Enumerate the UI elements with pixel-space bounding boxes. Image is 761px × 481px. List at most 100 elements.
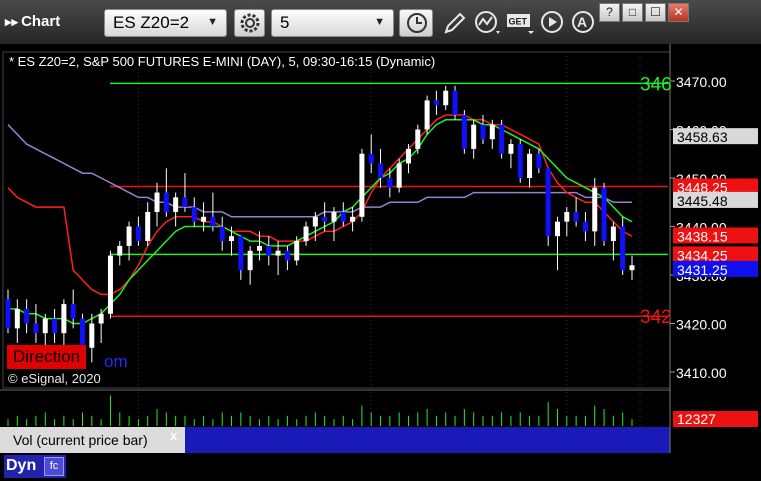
candle-body <box>424 100 430 130</box>
candle-body <box>471 124 477 149</box>
chevron-down-icon[interactable]: ▼ <box>374 16 385 28</box>
candle-body <box>303 226 309 242</box>
alert-button[interactable]: A <box>570 9 598 37</box>
candle-body <box>238 236 244 271</box>
chart-title: * ES Z20=2, S&P 500 FUTURES E-MINI (DAY)… <box>9 54 436 69</box>
candle-body <box>312 216 318 227</box>
candle-body <box>499 124 505 154</box>
candle-body <box>508 144 514 154</box>
symbol-combo[interactable]: ES Z20=2 ▼ <box>104 9 227 37</box>
study-icon <box>475 11 500 34</box>
alert-icon: A <box>572 11 594 33</box>
candle-body <box>107 255 113 314</box>
draw-button[interactable] <box>440 9 468 37</box>
candle-body <box>163 192 169 212</box>
title-bar: ▸▸ Chart ES Z20=2 ▼ 5 ▼ GET A ? □ ☐ ✕ <box>0 0 761 45</box>
candle-body <box>210 216 216 227</box>
candle-body <box>554 221 560 237</box>
help-button[interactable]: ? <box>599 3 620 22</box>
candle-body <box>396 163 402 188</box>
candle-body <box>592 187 598 232</box>
candle-body <box>266 245 272 256</box>
candle-body <box>61 304 67 334</box>
candle-body <box>331 211 337 222</box>
interval-value: 5 <box>280 13 290 32</box>
y-tick-label: 3470.00 <box>676 74 727 90</box>
candle-body <box>89 323 95 348</box>
direction-logo: Direction <box>7 345 87 369</box>
candle-body <box>387 178 393 188</box>
svg-text:GET: GET <box>509 17 528 27</box>
play-icon <box>541 11 563 33</box>
candle-body <box>368 153 374 164</box>
y-tick-label: 3410.00 <box>676 365 727 381</box>
play-button[interactable] <box>539 9 567 37</box>
pencil-icon <box>444 12 466 34</box>
candle-body <box>247 250 253 271</box>
maximize-button[interactable]: ☐ <box>645 3 666 22</box>
price-tag-label: 3431.25 <box>677 262 728 278</box>
candle-body <box>256 245 262 251</box>
interval-combo[interactable]: 5 ▼ <box>271 9 394 37</box>
candle-body <box>229 236 235 242</box>
y-tick-label: 3420.00 <box>676 317 727 333</box>
candle-body <box>24 308 30 324</box>
candle-body <box>182 197 188 208</box>
candle-body <box>461 114 467 149</box>
footer-bar <box>0 453 761 481</box>
level-label: 342 <box>640 307 672 328</box>
chart-window-icon: ▸▸ <box>5 14 19 29</box>
get-icon: GET <box>507 14 534 34</box>
candle-body <box>322 216 328 222</box>
candle-body <box>573 211 579 222</box>
candle-body <box>443 90 449 106</box>
candle-body <box>536 153 542 169</box>
get-button[interactable]: GET <box>506 9 536 37</box>
study-button[interactable] <box>473 9 503 37</box>
price-chart[interactable]: 3463423470.003460.003450.003440.003430.0… <box>0 44 761 453</box>
candle-body <box>564 211 570 222</box>
candle-body <box>405 148 411 164</box>
candle-body <box>415 129 421 149</box>
dynamic-label: Dyn <box>6 457 37 474</box>
candle-body <box>14 308 20 329</box>
candle-body <box>191 207 197 222</box>
candle-body <box>52 318 58 334</box>
price-tag-label: 3458.63 <box>677 129 728 145</box>
candle-body <box>610 226 616 242</box>
volume-bar-strip <box>185 427 670 453</box>
candle-body <box>527 153 533 178</box>
candle-body <box>201 216 207 222</box>
candle-body <box>80 318 86 348</box>
window-title: ▸▸ Chart <box>5 13 60 30</box>
candle-body <box>489 124 495 140</box>
candle-body <box>126 226 132 246</box>
settings-button[interactable] <box>234 9 265 37</box>
time-button[interactable] <box>399 9 433 37</box>
restore-button[interactable]: □ <box>622 3 643 22</box>
candle-body <box>433 100 439 106</box>
volume-tag-label: 12327 <box>677 411 716 427</box>
candle-body <box>145 211 151 242</box>
candle-body <box>517 144 523 178</box>
candle-body <box>5 299 11 329</box>
candle-body <box>117 245 123 256</box>
candle-body <box>629 265 635 271</box>
candle-body <box>135 226 141 242</box>
svg-text:A: A <box>577 14 587 30</box>
candle-body <box>173 197 179 212</box>
candle-body <box>340 211 346 222</box>
level-label: 346 <box>640 74 672 95</box>
candle-body <box>98 313 104 324</box>
volume-panel-close[interactable]: x <box>170 428 177 443</box>
candle-body <box>294 241 300 261</box>
gear-icon <box>240 13 260 33</box>
candle-body <box>154 192 160 212</box>
function-icon[interactable]: fc <box>44 457 64 476</box>
price-tag-label: 3445.48 <box>677 193 728 209</box>
candle-body <box>359 153 365 217</box>
chevron-down-icon[interactable]: ▼ <box>207 16 218 28</box>
volume-panel-label: Vol (current price bar) <box>0 427 185 453</box>
candle-body <box>70 304 76 319</box>
close-button[interactable]: ✕ <box>668 3 689 22</box>
